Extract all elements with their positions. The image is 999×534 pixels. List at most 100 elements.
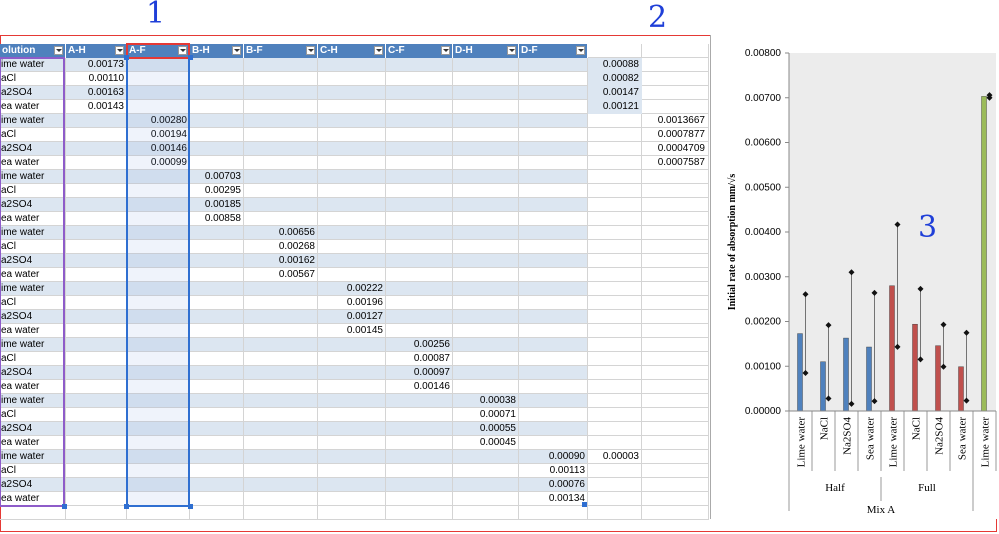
grid-cell[interactable] (244, 338, 318, 352)
grid-cell[interactable] (642, 86, 709, 100)
grid-cell[interactable] (519, 100, 588, 114)
grid-cell[interactable] (190, 366, 244, 380)
grid-cell[interactable] (66, 170, 127, 184)
grid-cell[interactable] (66, 226, 127, 240)
column-header-olution[interactable]: olution (0, 44, 66, 58)
grid-cell[interactable] (588, 240, 642, 254)
value-cell[interactable]: 0.00087 (386, 352, 453, 366)
grid-cell[interactable] (519, 338, 588, 352)
grid-cell[interactable] (386, 282, 453, 296)
grid-cell[interactable] (519, 268, 588, 282)
grid-cell[interactable] (453, 240, 519, 254)
grid-cell[interactable] (318, 226, 386, 240)
filter-dropdown-icon[interactable] (441, 46, 450, 55)
grid-cell[interactable] (642, 198, 709, 212)
grid-cell[interactable] (66, 184, 127, 198)
filter-dropdown-icon[interactable] (306, 46, 315, 55)
grid-cell[interactable] (519, 72, 588, 86)
grid-cell[interactable] (190, 142, 244, 156)
grid-cell[interactable] (453, 72, 519, 86)
grid-cell[interactable] (453, 450, 519, 464)
error-value-cell[interactable]: 0.0013667 (642, 114, 708, 128)
grid-cell[interactable] (318, 100, 386, 114)
grid-cell[interactable] (453, 366, 519, 380)
grid-cell[interactable] (386, 394, 453, 408)
grid-cell[interactable] (519, 86, 588, 100)
grid-cell[interactable] (66, 492, 127, 506)
grid-cell[interactable] (386, 240, 453, 254)
grid-cell[interactable] (190, 296, 244, 310)
column-header-a-h[interactable]: A-H (66, 44, 127, 58)
grid-cell[interactable] (642, 296, 709, 310)
grid-cell[interactable] (453, 198, 519, 212)
grid-cell[interactable] (244, 422, 318, 436)
grid-cell[interactable] (453, 380, 519, 394)
grid-cell[interactable] (66, 198, 127, 212)
grid-cell[interactable] (453, 184, 519, 198)
grid-cell[interactable] (0, 506, 66, 520)
grid-cell[interactable] (190, 352, 244, 366)
grid-cell[interactable] (66, 142, 127, 156)
grid-cell[interactable] (519, 184, 588, 198)
grid-cell[interactable] (190, 128, 244, 142)
grid-cell[interactable] (244, 492, 318, 506)
grid-cell[interactable] (318, 86, 386, 100)
grid-cell[interactable] (386, 226, 453, 240)
value-cell[interactable]: 0.00567 (244, 268, 318, 282)
grid-cell[interactable] (588, 142, 642, 156)
grid-cell[interactable] (519, 436, 588, 450)
value-cell[interactable]: 0.00143 (66, 100, 127, 114)
grid-cell[interactable] (386, 324, 453, 338)
grid-cell[interactable] (244, 450, 318, 464)
error-value-cell[interactable]: 0.00003 (588, 450, 642, 464)
grid-cell[interactable] (642, 44, 709, 58)
grid-cell[interactable] (190, 100, 244, 114)
grid-cell[interactable] (318, 72, 386, 86)
grid-cell[interactable] (386, 198, 453, 212)
grid-cell[interactable] (588, 44, 642, 58)
grid-cell[interactable] (66, 394, 127, 408)
grid-cell[interactable] (453, 352, 519, 366)
grid-cell[interactable] (519, 212, 588, 226)
resize-handle[interactable] (124, 55, 129, 60)
grid-cell[interactable] (519, 198, 588, 212)
grid-cell[interactable] (519, 156, 588, 170)
grid-cell[interactable] (519, 240, 588, 254)
grid-cell[interactable] (519, 142, 588, 156)
grid-cell[interactable] (66, 324, 127, 338)
grid-cell[interactable] (642, 450, 709, 464)
grid-cell[interactable] (386, 72, 453, 86)
grid-cell[interactable] (519, 394, 588, 408)
grid-cell[interactable] (453, 86, 519, 100)
grid-cell[interactable] (386, 492, 453, 506)
grid-cell[interactable] (642, 492, 709, 506)
resize-handle[interactable] (582, 502, 587, 507)
grid-cell[interactable] (318, 128, 386, 142)
grid-cell[interactable] (66, 254, 127, 268)
grid-cell[interactable] (244, 142, 318, 156)
grid-cell[interactable] (190, 156, 244, 170)
grid-cell[interactable] (66, 464, 127, 478)
grid-cell[interactable] (453, 114, 519, 128)
grid-cell[interactable] (519, 506, 588, 520)
value-cell[interactable]: 0.00295 (190, 184, 244, 198)
grid-cell[interactable] (244, 184, 318, 198)
grid-cell[interactable] (318, 450, 386, 464)
grid-cell[interactable] (642, 226, 709, 240)
value-cell[interactable]: 0.00113 (519, 464, 588, 478)
grid-cell[interactable] (519, 58, 588, 72)
grid-cell[interactable] (318, 506, 386, 520)
grid-cell[interactable] (318, 492, 386, 506)
value-cell[interactable]: 0.00071 (453, 408, 519, 422)
grid-cell[interactable] (244, 310, 318, 324)
grid-cell[interactable] (386, 450, 453, 464)
grid-cell[interactable] (66, 296, 127, 310)
column-header-b-h[interactable]: B-H (190, 44, 244, 58)
grid-cell[interactable] (588, 422, 642, 436)
grid-cell[interactable] (318, 114, 386, 128)
grid-cell[interactable] (642, 72, 709, 86)
resize-handle[interactable] (188, 55, 193, 60)
grid-cell[interactable] (588, 478, 642, 492)
filter-dropdown-icon[interactable] (54, 46, 63, 55)
value-cell[interactable]: 0.00185 (190, 198, 244, 212)
